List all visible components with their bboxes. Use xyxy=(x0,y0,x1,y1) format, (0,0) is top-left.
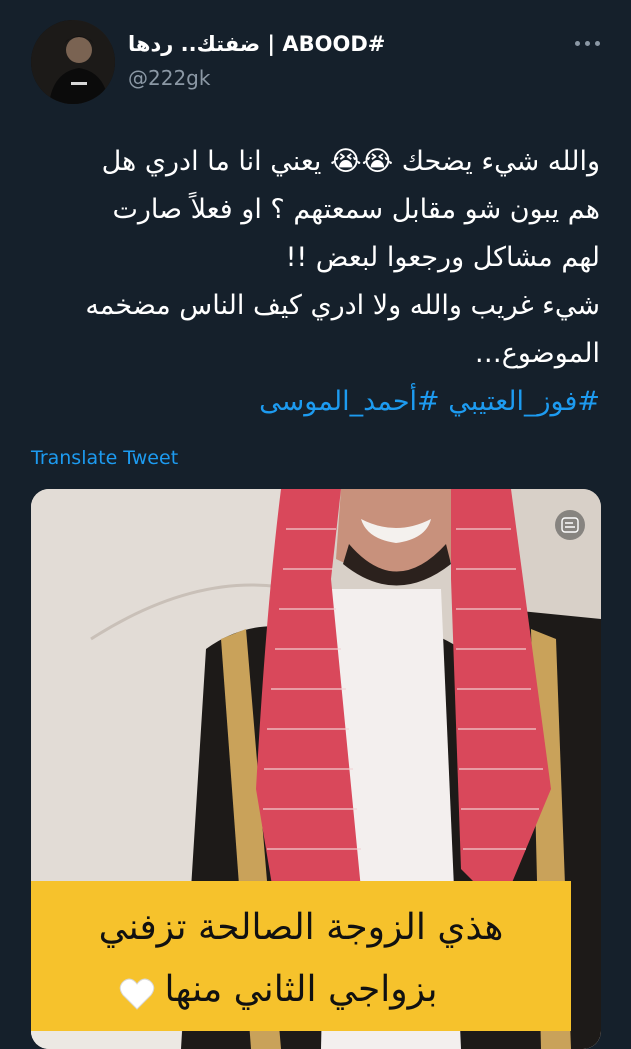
alt-text-glyph xyxy=(561,517,579,533)
tweet-text: والله شيء يضحك 😭😭 يعني انا ما ادري هل هم… xyxy=(25,138,600,426)
caption-line-1: هذي الزوجة الصالحة تزفني xyxy=(98,907,504,948)
tweet-text-line: والله شيء يضحك 😭😭 يعني انا ما ادري هل xyxy=(101,146,600,177)
hashtag-link[interactable]: #أحمد_الموسى xyxy=(259,386,440,417)
avatar-image xyxy=(31,20,115,104)
tweet-text-line: هم يبون شو مقابل سمعتهم ؟ او فعلاً صارت xyxy=(112,194,600,225)
author-name[interactable]: ضفتك.. ردها | ABOOD# xyxy=(128,32,385,56)
tweet-header: ضفتك.. ردها | ABOOD# @222gk xyxy=(0,0,631,120)
more-icon[interactable] xyxy=(575,38,601,48)
tweet-text-line: الموضوع… xyxy=(474,338,600,369)
white-heart-icon xyxy=(119,978,155,1010)
hashtag-link[interactable]: #فوز_العتيبي xyxy=(448,386,600,417)
tweet-media[interactable]: هذي الزوجة الصالحة تزفني بزواجي الثاني م… xyxy=(31,489,601,1049)
alt-icon[interactable] xyxy=(555,510,585,540)
caption-line-2: بزواجي الثاني منها xyxy=(164,969,438,1010)
tweet-text-line: شيء غريب والله ولا ادري كيف الناس مضخمه xyxy=(85,290,600,321)
hashtag-line: #فوز_العتيبي #أحمد_الموسى xyxy=(25,378,600,426)
tweet-text-line: لهم مشاكل ورجعوا لبعض !! xyxy=(285,242,600,273)
author-handle[interactable]: @222gk xyxy=(128,66,210,90)
translate-tweet-link[interactable]: Translate Tweet xyxy=(31,447,178,469)
avatar[interactable] xyxy=(31,20,115,104)
